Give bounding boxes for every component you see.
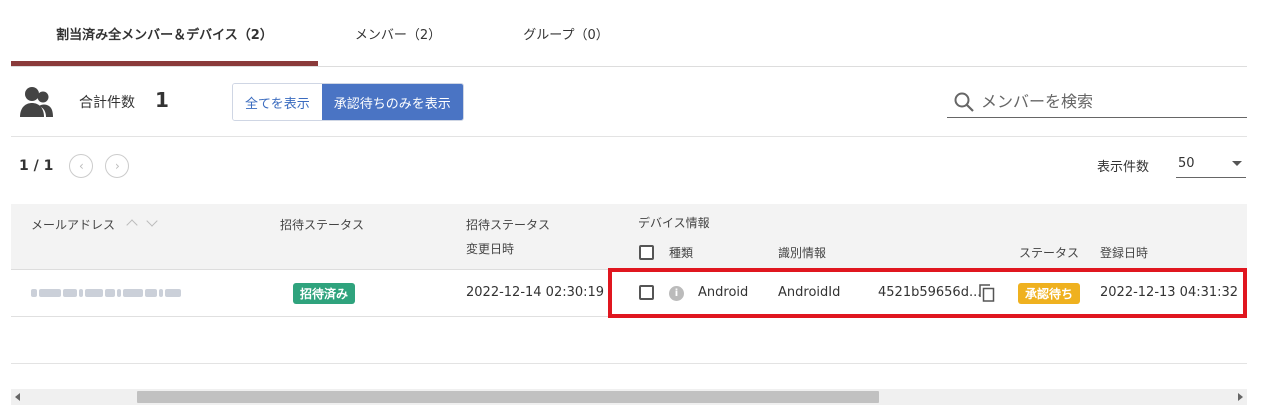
- next-page-button[interactable]: ›: [105, 154, 130, 178]
- scroll-right-icon[interactable]: [1238, 393, 1243, 401]
- header-registered-at: 登録日時: [1100, 246, 1149, 260]
- per-page-label: 表示件数: [1097, 160, 1150, 175]
- scroll-left-icon[interactable]: [15, 393, 20, 401]
- copy-icon[interactable]: [979, 284, 995, 302]
- people-icon: [20, 87, 53, 117]
- header-invite-changed-line2: 変更日時: [466, 242, 515, 256]
- sort-asc-icon[interactable]: [126, 219, 138, 231]
- chevron-left-icon: ‹: [78, 159, 84, 173]
- tab-groups[interactable]: グループ（0）: [478, 0, 654, 66]
- email-redacted: [31, 288, 189, 298]
- dropdown-caret-icon: [1232, 161, 1242, 166]
- device-row-checkbox[interactable]: [639, 285, 654, 300]
- identifier-type: AndroidId: [778, 285, 841, 300]
- active-tab-indicator: [11, 61, 318, 66]
- per-page-value: 50: [1178, 156, 1195, 171]
- sort-controls: [126, 215, 158, 231]
- horizontal-scrollbar[interactable]: [11, 389, 1247, 405]
- header-identifier: 識別情報: [778, 246, 827, 260]
- identifier-value: 4521b59656d...: [878, 285, 982, 300]
- invite-status-badge: 招待済み: [293, 283, 356, 304]
- header-device-status: ステータス: [1019, 246, 1080, 260]
- scrollbar-thumb[interactable]: [137, 391, 879, 403]
- toolbar: 合計件数 1 全てを表示 承認待ちのみを表示: [11, 67, 1247, 137]
- page-indicator: 1 / 1: [19, 158, 54, 174]
- pagination: 1 / 1 ‹ ›: [19, 152, 141, 180]
- table-bottom-divider: [11, 363, 1247, 364]
- header-device-type: 種類: [669, 246, 694, 260]
- tab-members[interactable]: メンバー（2）: [318, 0, 478, 66]
- table-header: メールアドレス 招待ステータス 招待ステータス 変更日時 デバイス情報 種類 識…: [11, 204, 1247, 270]
- total-count-value: 1: [155, 88, 169, 112]
- filter-toggle-group: 全てを表示 承認待ちのみを表示: [232, 83, 464, 121]
- device-status-badge: 承認待ち: [1018, 283, 1081, 304]
- registered-at: 2022-12-13 04:31:32: [1100, 285, 1239, 300]
- tab-bar: 割当済み全メンバー＆デバイス（2） メンバー（2） グループ（0）: [11, 0, 1247, 67]
- header-invite-status: 招待ステータス: [280, 218, 365, 232]
- tab-all-members-devices[interactable]: 割当済み全メンバー＆デバイス（2）: [11, 0, 318, 66]
- info-icon[interactable]: i: [669, 286, 684, 301]
- prev-page-button[interactable]: ‹: [69, 154, 94, 178]
- show-all-button[interactable]: 全てを表示: [233, 84, 322, 120]
- member-search-input[interactable]: [981, 92, 1241, 111]
- device-type: Android: [698, 285, 749, 300]
- total-count-label: 合計件数: [79, 95, 135, 111]
- header-email[interactable]: メールアドレス: [31, 216, 115, 233]
- sort-desc-icon[interactable]: [146, 215, 158, 227]
- select-all-devices-checkbox[interactable]: [639, 245, 654, 260]
- chevron-right-icon: ›: [114, 159, 120, 173]
- per-page-select[interactable]: 50: [1176, 150, 1246, 178]
- show-pending-only-button[interactable]: 承認待ちのみを表示: [321, 84, 463, 120]
- header-device-info: デバイス情報: [638, 216, 710, 230]
- header-invite-changed-line1: 招待ステータス: [466, 218, 551, 232]
- search-icon: [954, 92, 974, 112]
- table-row: 招待済み 2022-12-14 02:30:19 i Android Andro…: [11, 271, 1247, 317]
- member-search: [947, 86, 1247, 118]
- invite-changed-at: 2022-12-14 02:30:19: [466, 285, 605, 300]
